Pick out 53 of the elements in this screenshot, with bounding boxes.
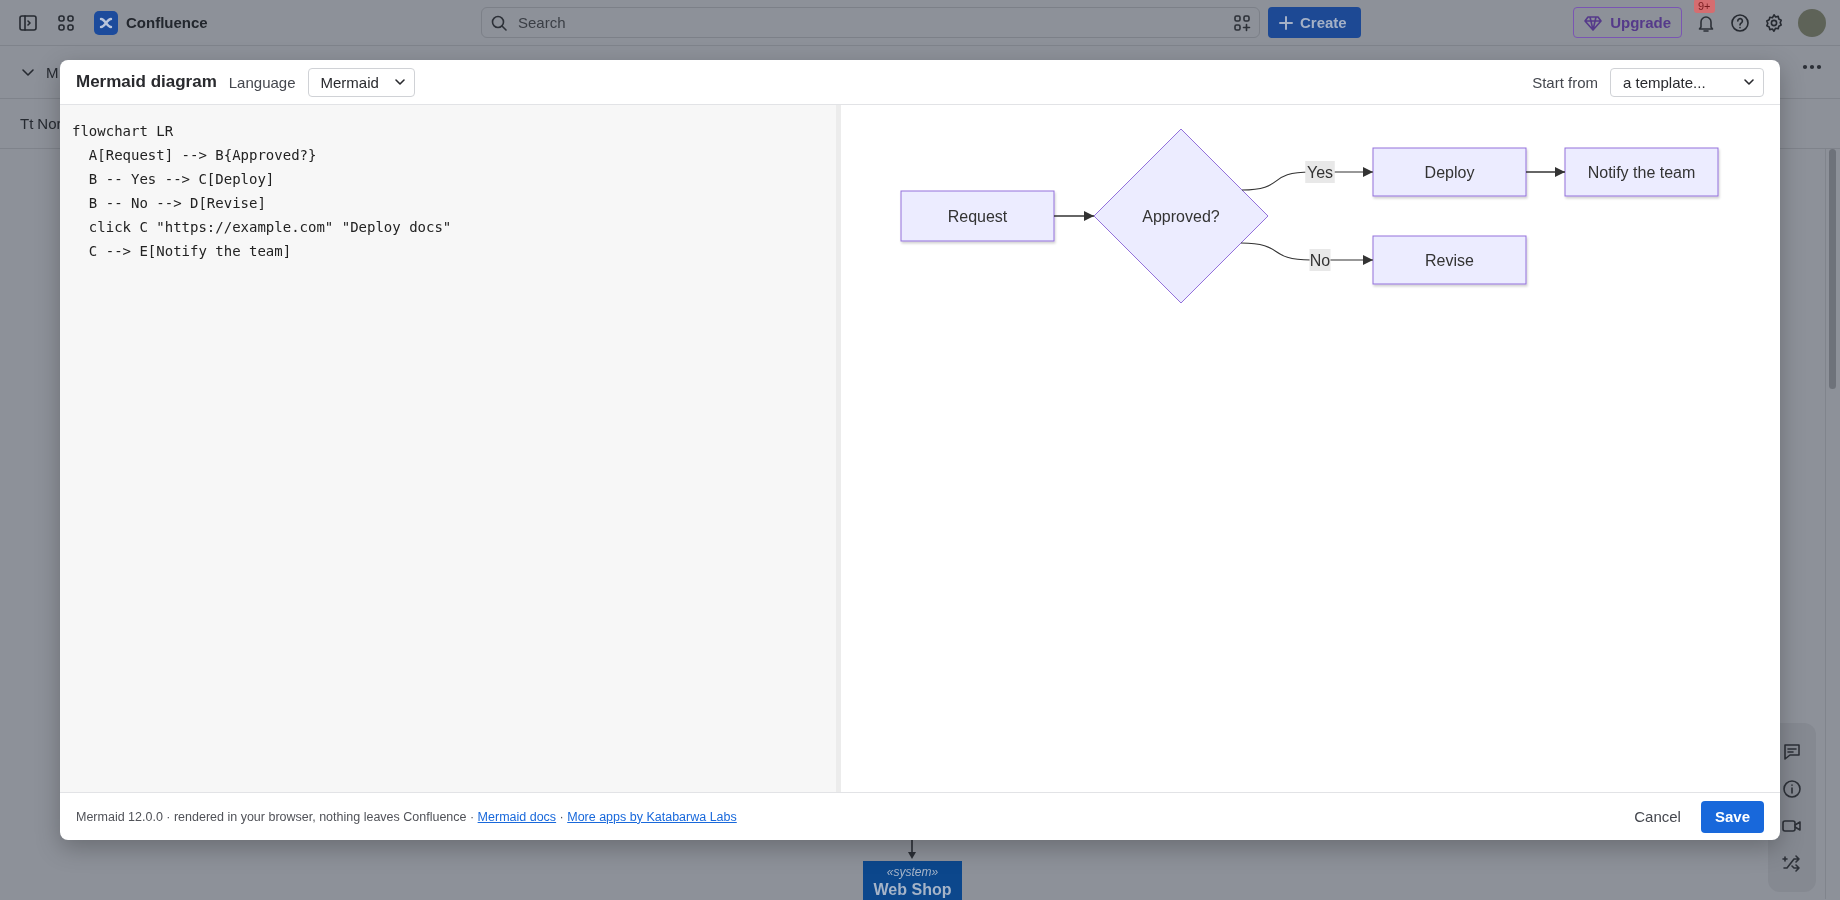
template-select[interactable]: a template... bbox=[1610, 67, 1764, 97]
search-input[interactable]: Search bbox=[516, 13, 1225, 32]
app-grid-icon[interactable] bbox=[56, 12, 76, 33]
code-line: flowchart LR bbox=[72, 122, 175, 141]
code-line: B -- Yes --> C[Deploy] bbox=[87, 170, 276, 189]
process-box: Revise bbox=[1372, 235, 1527, 285]
logo-icon[interactable] bbox=[94, 10, 118, 35]
plus-icon bbox=[1278, 14, 1294, 31]
dialog-title: Mermaid diagram bbox=[76, 72, 217, 92]
upgrade-button[interactable]: Upgrade bbox=[1573, 7, 1682, 38]
footer-note: Mermaid 12.0.0 · rendered in your browser, nothing leaves Confluence · Mermaid docs · More apps by Katabarwa Labs bbox=[76, 809, 737, 824]
chevron-down-icon bbox=[1743, 76, 1755, 88]
toolbar-text: M bbox=[46, 63, 59, 81]
connector-arrow bbox=[906, 837, 918, 861]
system-box: «system» Web Shop bbox=[863, 861, 962, 900]
code-editor[interactable]: flowchart LR A[Request] --> B{Approved?} B -- Yes --> C[Deploy] B -- No --> D[Revise] click C "https://example.com" "Deploy docs" C --> E[Notify the team] bbox=[60, 105, 836, 792]
notification-badge: 9+ bbox=[1694, 0, 1715, 13]
decision-diamond: Approved? bbox=[1093, 128, 1269, 304]
process-box: Request bbox=[900, 190, 1055, 242]
footer-link[interactable]: Mermaid docs bbox=[477, 809, 557, 824]
shuffle-sparkle-icon[interactable] bbox=[1781, 853, 1803, 874]
product-name: Confluence bbox=[126, 14, 208, 31]
code-line: A[Request] --> B{Approved?} bbox=[87, 146, 318, 165]
squares-plus-icon[interactable] bbox=[1233, 13, 1251, 32]
search-icon bbox=[490, 13, 508, 32]
process-box: Notify the team bbox=[1564, 147, 1719, 197]
process-box: Deploy bbox=[1372, 147, 1527, 197]
create-button[interactable]: Create bbox=[1268, 7, 1361, 38]
field-label: Start from bbox=[1532, 73, 1598, 91]
edge-label: No bbox=[1309, 249, 1331, 271]
edge-label: Yes bbox=[1305, 161, 1335, 183]
footer-link[interactable]: More apps by Katabarwa Labs bbox=[567, 809, 737, 824]
info-icon[interactable] bbox=[1782, 778, 1802, 799]
code-line: C --> E[Notify the team] bbox=[87, 242, 293, 261]
sidebar-toggle-icon[interactable] bbox=[18, 12, 38, 33]
settings-icon[interactable] bbox=[1764, 12, 1784, 33]
chevron-down-icon bbox=[393, 76, 406, 88]
connector-arrow bbox=[1525, 167, 1566, 177]
scrollbar[interactable] bbox=[1829, 149, 1836, 389]
text-style-icon[interactable]: Tt bbox=[20, 115, 34, 132]
more-icon[interactable] bbox=[1802, 64, 1822, 70]
language-select[interactable]: Mermaid bbox=[307, 67, 415, 97]
code-line: B -- No --> D[Revise] bbox=[87, 194, 267, 213]
cancel-button[interactable]: Cancel bbox=[1620, 800, 1695, 833]
help-icon[interactable] bbox=[1730, 12, 1750, 33]
search-bar[interactable]: Search bbox=[481, 7, 1260, 38]
code-line: click C "https://example.com" "Deploy docs" bbox=[87, 218, 453, 237]
gem-icon bbox=[1584, 14, 1603, 31]
comment-icon[interactable] bbox=[1782, 741, 1802, 762]
save-button[interactable]: Save bbox=[1700, 800, 1764, 833]
field-label: Language bbox=[228, 73, 296, 91]
text-style-value[interactable]: Nor bbox=[37, 115, 62, 132]
connector-arrow bbox=[1053, 211, 1095, 221]
